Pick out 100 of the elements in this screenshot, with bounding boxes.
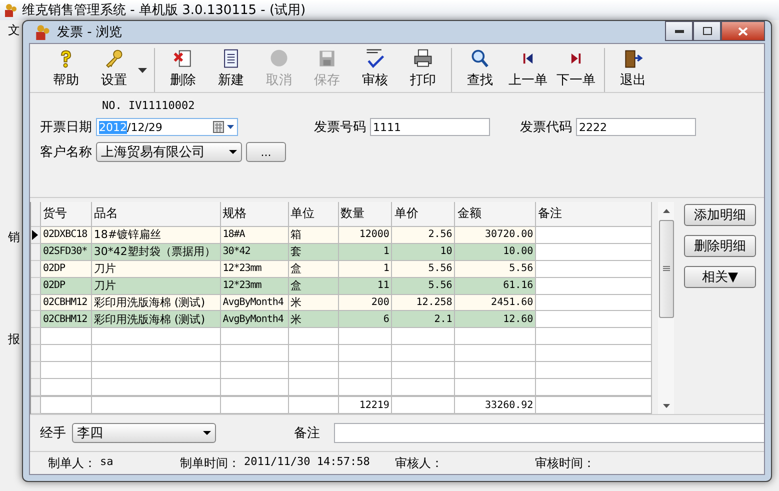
maximize-icon (702, 27, 712, 35)
column-header[interactable]: 规格 (220, 202, 289, 227)
table-cell: 30*42 (220, 244, 289, 261)
column-header[interactable]: 数量 (338, 202, 392, 227)
table-cell: 米 (288, 311, 338, 328)
scroll-up-icon[interactable] (662, 209, 670, 213)
browse-button[interactable]: ... (246, 142, 286, 162)
field-label: 发票代码 (520, 119, 572, 136)
action-button[interactable]: 添加明细 (684, 204, 756, 226)
close-button[interactable] (721, 21, 765, 41)
invoice-code-field[interactable]: 2222 (576, 118, 696, 136)
minimize-icon (674, 30, 684, 32)
handler-dropdown[interactable]: 李四 (72, 423, 216, 443)
invoice-number-field[interactable]: 1111 (370, 118, 490, 136)
toolbar-button[interactable]: 审核 (351, 48, 399, 92)
table-cell (40, 397, 92, 414)
table-cell: 200 (338, 294, 392, 312)
maximize-button[interactable] (693, 21, 721, 41)
action-button[interactable]: 相关▼ (684, 266, 756, 288)
side-label: 报 (8, 331, 20, 348)
toolbar-button[interactable]: 查找 (456, 48, 504, 92)
row-header[interactable] (31, 226, 41, 244)
exit-door-icon (622, 48, 644, 70)
column-header[interactable]: 金额 (455, 202, 536, 227)
status-label: 审核时间： (535, 454, 595, 472)
date-field[interactable]: 2012/12/29 (96, 118, 238, 136)
app-title: 维克销售管理系统 - 单机版 3.0.130115 - (试用) (22, 2, 306, 19)
scroll-thumb[interactable] (658, 220, 674, 318)
caret-icon (203, 431, 211, 435)
table-cell: 2451.60 (455, 294, 536, 312)
table-cell: 6 (338, 311, 392, 328)
table-cell (220, 362, 289, 380)
table-cell: 盒 (288, 260, 338, 278)
table-cell: 30*42塑封袋（票据用） (92, 244, 221, 261)
table-cell: 12.258 (392, 294, 456, 312)
field-label: 经手 (40, 425, 66, 442)
scroll-down-icon[interactable] (662, 404, 670, 408)
table-cell (220, 379, 289, 396)
table-cell: 10.00 (455, 244, 536, 261)
calendar-icon[interactable] (213, 121, 235, 133)
field-label: 发票号码 (314, 119, 366, 136)
table-cell: 18#A (220, 226, 289, 244)
table-cell (220, 345, 289, 362)
minimize-button[interactable] (665, 21, 693, 41)
toolbar-button[interactable]: 退出 (609, 48, 657, 92)
action-button[interactable]: 删除明细 (684, 235, 756, 257)
table-cell (40, 328, 92, 346)
table-cell: 1 (338, 244, 392, 261)
table-cell: 彩印用洗版海棉 (测试) (92, 294, 221, 312)
table-cell (40, 362, 92, 380)
search-icon (469, 48, 491, 70)
table-cell (288, 345, 338, 362)
spell-check-icon (364, 48, 386, 70)
table-cell: 02DXBC18 (40, 226, 92, 244)
table-cell: 02SFD30* (40, 244, 92, 261)
column-header[interactable]: 单价 (392, 202, 456, 227)
table-cell: 12*23mm (220, 260, 289, 278)
field-label: 开票日期 (40, 119, 92, 136)
table-cell: 61.16 (455, 278, 536, 295)
table-cell: 彩印用洗版海棉 (测试) (92, 311, 221, 328)
scrollbar[interactable] (658, 202, 674, 414)
table-cell (220, 397, 289, 414)
table-cell (288, 328, 338, 346)
menu-item[interactable]: 文 (8, 22, 20, 38)
table-cell (220, 328, 289, 346)
customer-dropdown[interactable]: 上海贸易有限公司 (96, 142, 242, 162)
invoice-number: NO. IV11110002 (101, 99, 196, 112)
table-cell (288, 379, 338, 396)
toolbar-button[interactable]: 上一单 (504, 48, 552, 92)
table-cell: 盒 (288, 278, 338, 295)
delete-document-icon (172, 48, 194, 70)
note-field[interactable] (334, 423, 764, 443)
table-cell: 10 (392, 244, 456, 261)
column-header[interactable]: 备注 (536, 202, 652, 227)
table-cell: 12*23mm (220, 278, 289, 295)
column-header[interactable]: 品名 (92, 202, 221, 227)
printer-icon (412, 48, 434, 70)
total-amount: 33260.92 (485, 400, 534, 411)
side-label: 销 (8, 229, 20, 246)
field-label: 备注 (294, 425, 320, 442)
table-cell (392, 345, 456, 362)
toolbar-button[interactable]: 帮助 (42, 48, 90, 92)
toolbar-button[interactable]: 下一单 (552, 48, 600, 92)
toolbar-button[interactable]: 打印 (399, 48, 447, 92)
table-cell: 18#镀锌扁丝 (92, 226, 221, 244)
toolbar-button[interactable]: 设置 (90, 48, 138, 92)
column-header[interactable]: 货号 (40, 202, 92, 227)
toolbar-button[interactable]: 删除 (159, 48, 207, 92)
toolbar-button[interactable]: 新建 (207, 48, 255, 92)
table-cell: 12000 (338, 226, 392, 244)
table-cell: 02CBHM12 (40, 294, 92, 312)
column-header[interactable]: 单位 (288, 202, 338, 227)
caret-icon[interactable] (138, 68, 147, 72)
table-cell: 2.1 (392, 311, 456, 328)
table-cell (392, 362, 456, 380)
table-cell: 30720.00 (455, 226, 536, 244)
table-cell (40, 345, 92, 362)
key-icon (103, 48, 125, 70)
table-cell: 11 (338, 278, 392, 295)
table-cell: AvgByMonth4 (220, 311, 289, 328)
